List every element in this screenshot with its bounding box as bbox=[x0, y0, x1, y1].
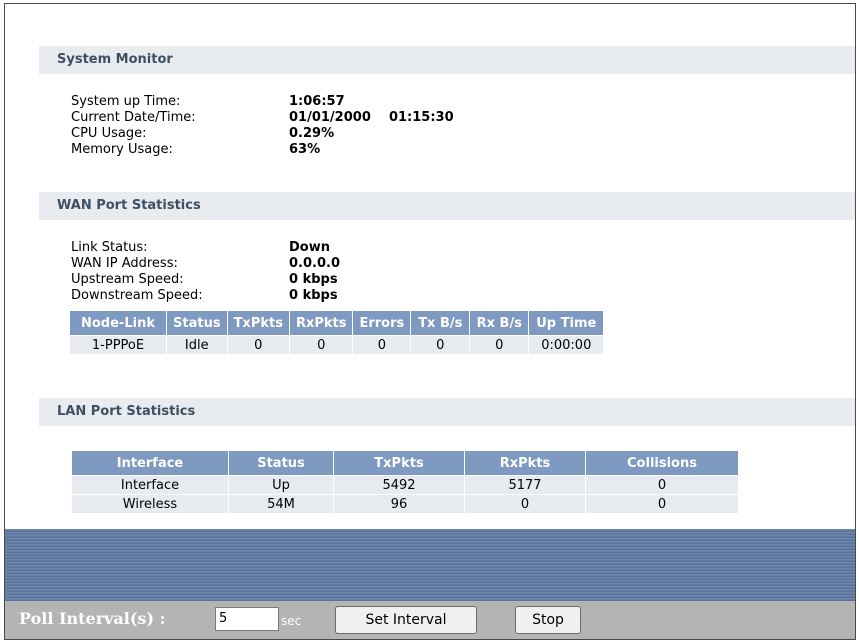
memory-usage-label: Memory Usage: bbox=[71, 142, 173, 157]
lan-cell-status: Up bbox=[229, 476, 333, 494]
lan-cell-collisions: 0 bbox=[586, 495, 738, 513]
poll-interval-unit: sec bbox=[281, 614, 302, 628]
wan-col-node-link: Node-Link bbox=[70, 311, 166, 335]
upstream-speed-value: 0 kbps bbox=[289, 272, 338, 287]
stop-button[interactable]: Stop bbox=[515, 606, 581, 634]
poll-interval-bar: Poll Interval(s) : 5 sec Set Interval St… bbox=[5, 601, 855, 639]
wan-col-txpkts: TxPkts bbox=[227, 311, 289, 335]
lan-col-status: Status bbox=[229, 451, 333, 475]
lan-cell-interface: Interface bbox=[72, 476, 228, 494]
wan-col-rx-bs: Rx B/s bbox=[470, 311, 529, 335]
wan-stats-table: Node-Link Status TxPkts RxPkts Errors Tx… bbox=[69, 310, 604, 355]
cpu-usage-value: 0.29% bbox=[289, 126, 335, 141]
lan-port-statistics-header: LAN Port Statistics bbox=[39, 398, 855, 426]
wan-cell-status: Idle bbox=[167, 336, 227, 354]
table-row: 1-PPPoE Idle 0 0 0 0 0 0:00:00 bbox=[70, 336, 604, 354]
wan-cell-errors: 0 bbox=[353, 336, 411, 354]
poll-interval-input[interactable]: 5 bbox=[215, 607, 279, 631]
downstream-speed-label: Downstream Speed: bbox=[71, 288, 203, 303]
wan-col-tx-bs: Tx B/s bbox=[411, 311, 470, 335]
wan-stats-header-row: Node-Link Status TxPkts RxPkts Errors Tx… bbox=[70, 311, 604, 335]
wan-port-statistics-header: WAN Port Statistics bbox=[39, 192, 855, 220]
lan-col-txpkts: TxPkts bbox=[334, 451, 464, 475]
memory-usage-value: 63% bbox=[289, 142, 321, 157]
lan-stats-table: Interface Status TxPkts RxPkts Collision… bbox=[71, 450, 739, 514]
table-row: Wireless 54M 96 0 0 bbox=[72, 495, 738, 513]
lan-cell-status: 54M bbox=[229, 495, 333, 513]
lan-cell-rxpkts: 0 bbox=[465, 495, 585, 513]
system-up-time-label: System up Time: bbox=[71, 94, 181, 109]
lan-col-rxpkts: RxPkts bbox=[465, 451, 585, 475]
system-up-time-value: 1:06:57 bbox=[289, 94, 345, 109]
lan-cell-rxpkts: 5177 bbox=[465, 476, 585, 494]
wan-cell-txpkts: 0 bbox=[227, 336, 289, 354]
wan-ip-label: WAN IP Address: bbox=[71, 256, 178, 271]
lan-cell-txpkts: 5492 bbox=[334, 476, 464, 494]
lan-cell-interface: Wireless bbox=[72, 495, 228, 513]
downstream-speed-value: 0 kbps bbox=[289, 288, 338, 303]
lan-cell-txpkts: 96 bbox=[334, 495, 464, 513]
current-datetime-value: 01/01/2000 01:15:30 bbox=[289, 110, 454, 125]
cpu-usage-label: CPU Usage: bbox=[71, 126, 147, 141]
status-window: System Monitor System up Time: 1:06:57 C… bbox=[4, 3, 856, 640]
link-status-value: Down bbox=[289, 240, 330, 255]
wan-cell-rxpkts: 0 bbox=[289, 336, 353, 354]
lan-stats-header-row: Interface Status TxPkts RxPkts Collision… bbox=[72, 451, 738, 475]
current-datetime-label: Current Date/Time: bbox=[71, 110, 196, 125]
lan-col-interface: Interface bbox=[72, 451, 228, 475]
wan-ip-value: 0.0.0.0 bbox=[289, 256, 340, 271]
wan-cell-rx-bs: 0 bbox=[470, 336, 529, 354]
status-content: System Monitor System up Time: 1:06:57 C… bbox=[11, 12, 855, 529]
poll-interval-label: Poll Interval(s) : bbox=[19, 609, 166, 628]
wan-col-errors: Errors bbox=[353, 311, 411, 335]
link-status-label: Link Status: bbox=[71, 240, 148, 255]
wan-col-up-time: Up Time bbox=[529, 311, 604, 335]
wan-cell-tx-bs: 0 bbox=[411, 336, 470, 354]
upstream-speed-label: Upstream Speed: bbox=[71, 272, 184, 287]
set-interval-button[interactable]: Set Interval bbox=[335, 606, 477, 634]
wan-col-status: Status bbox=[167, 311, 227, 335]
lan-col-collisions: Collisions bbox=[586, 451, 738, 475]
table-row: Interface Up 5492 5177 0 bbox=[72, 476, 738, 494]
system-monitor-header: System Monitor bbox=[39, 46, 855, 74]
wan-cell-node-link: 1-PPPoE bbox=[70, 336, 166, 354]
wan-col-rxpkts: RxPkts bbox=[289, 311, 353, 335]
decorative-band bbox=[5, 529, 855, 601]
lan-cell-collisions: 0 bbox=[586, 476, 738, 494]
wan-cell-up-time: 0:00:00 bbox=[529, 336, 604, 354]
